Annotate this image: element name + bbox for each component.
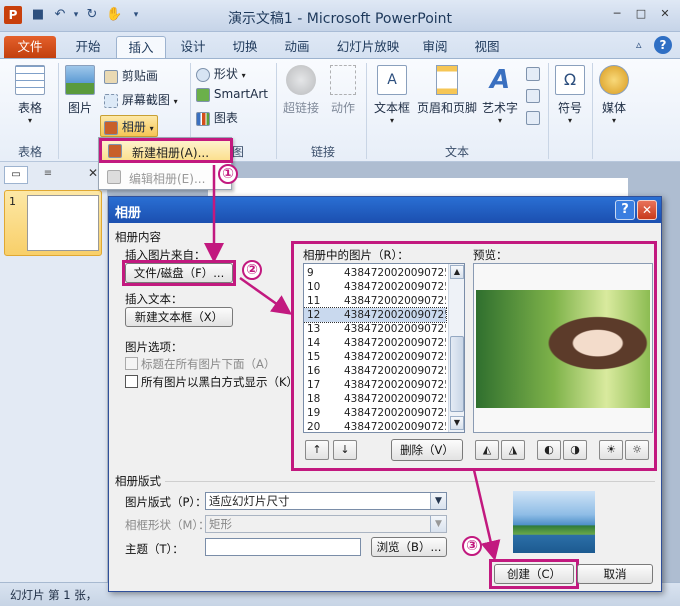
annotation-arrows (204, 165, 501, 561)
step-1-marker: ① (218, 164, 238, 184)
step-3-marker: ③ (462, 536, 482, 556)
step-2-marker: ② (242, 260, 262, 280)
arrow-step2 (239, 276, 293, 315)
